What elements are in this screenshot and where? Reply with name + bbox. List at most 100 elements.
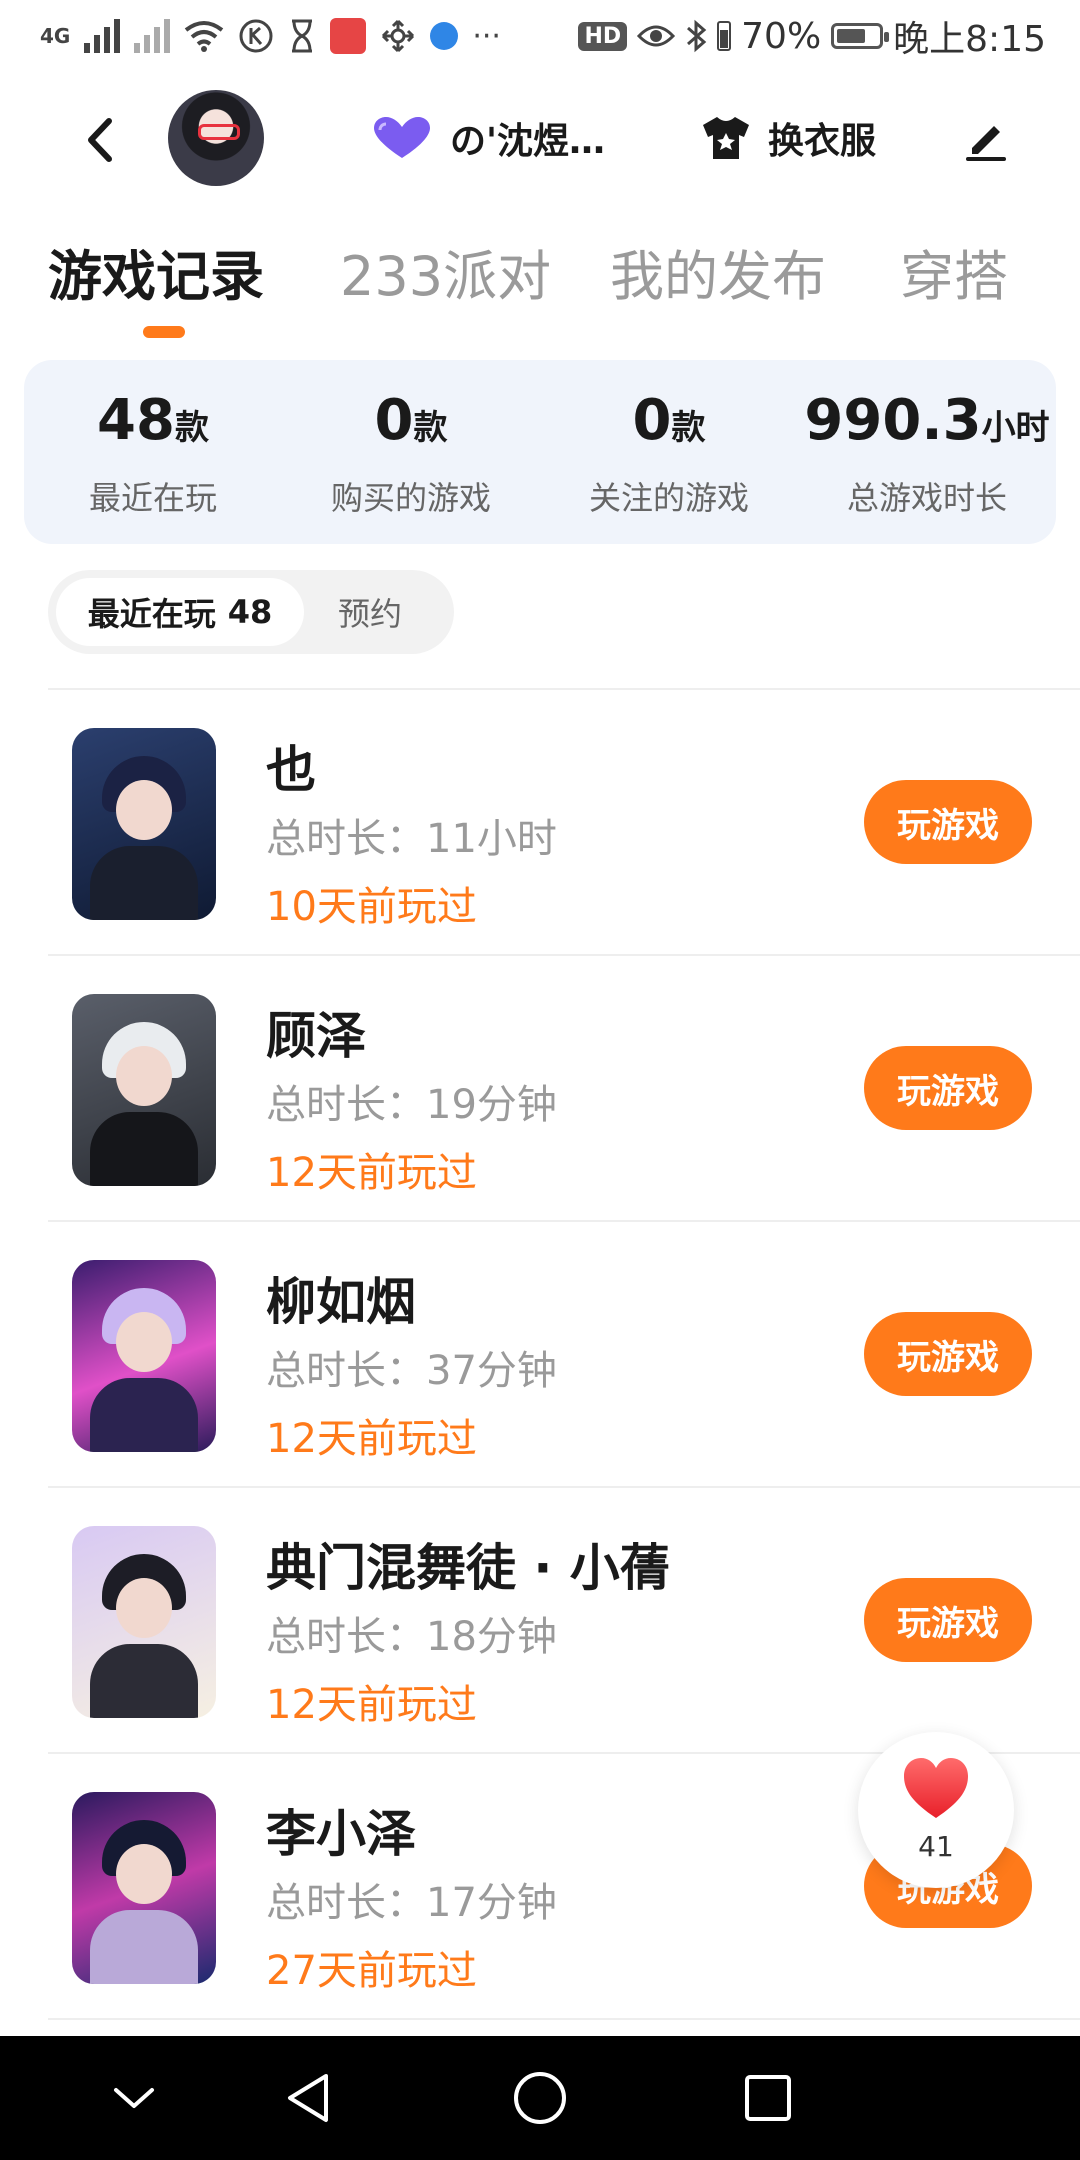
stat-unit: 款	[174, 408, 209, 448]
like-button[interactable]: 41	[858, 1732, 1014, 1888]
cover-art	[116, 1046, 172, 1106]
game-name: 李小泽	[266, 1805, 416, 1863]
stat-recent-played[interactable]: 48款 最近在玩	[24, 386, 282, 519]
huawei-app-icon	[330, 18, 367, 54]
game-last-played: 27天前玩过	[266, 1948, 477, 1994]
battery-icon	[831, 23, 890, 49]
bluetooth-icon	[687, 19, 707, 53]
game-duration: 总时长：37分钟	[266, 1348, 557, 1394]
stat-followed-games[interactable]: 0款 关注的游戏	[540, 386, 798, 519]
status-left: 4G ···	[40, 14, 501, 58]
filter-reservation[interactable]: 预约	[338, 578, 402, 646]
system-back-button[interactable]	[276, 2066, 340, 2130]
stat-value: 0	[374, 388, 414, 453]
list-item[interactable]: 典门混舞徒 · 小蒨 总时长：18分钟 12天前玩过 玩游戏	[0, 1488, 1080, 1752]
cover-art	[116, 780, 172, 840]
cover-art	[90, 1378, 198, 1452]
like-count: 41	[918, 1830, 954, 1863]
clock: 晚上8:15	[893, 19, 1046, 60]
stat-value-line: 48款	[24, 386, 282, 463]
stat-value: 48	[97, 388, 175, 453]
circle-home-icon	[514, 2072, 566, 2124]
top-nav: の'沈煜… 换衣服	[0, 90, 1080, 190]
battery-small-icon	[717, 21, 732, 51]
triangle-back-icon	[288, 2074, 328, 2122]
app-dot-icon	[430, 22, 459, 50]
game-name: 柳如烟	[266, 1273, 416, 1331]
play-game-button[interactable]: 玩游戏	[864, 1046, 1032, 1130]
list-item[interactable]: 柳如烟 总时长：37分钟 12天前玩过 玩游戏	[0, 1222, 1080, 1486]
stat-label: 最近在玩	[88, 479, 217, 517]
tab-indicator	[143, 326, 185, 338]
status-right: HD 70% 晚上8:15	[578, 14, 1046, 60]
stats-card: 48款 最近在玩 0款 购买的游戏 0款 关注的游戏 990.3小时 总游戏时长	[24, 360, 1056, 544]
list-item[interactable]: 顾泽 总时长：19分钟 12天前玩过 玩游戏	[0, 956, 1080, 1220]
change-outfit-label: 换衣服	[768, 121, 877, 162]
signal-2-icon	[134, 19, 171, 53]
recents-button[interactable]	[736, 2066, 800, 2130]
filter-recent-played[interactable]: 最近在玩 48	[56, 578, 304, 646]
game-cover	[72, 1260, 216, 1452]
game-duration: 总时长：11小时	[266, 816, 557, 862]
game-name: 典门混舞徒 · 小蒨	[266, 1539, 670, 1597]
network-type-label: 4G	[40, 24, 71, 48]
heart-badge-icon	[374, 117, 430, 158]
edit-button[interactable]	[956, 108, 1016, 168]
tab-my-posts[interactable]: 我的发布	[610, 232, 826, 311]
cover-art	[90, 1644, 198, 1718]
cover-art	[90, 1112, 198, 1186]
filter-segment: 最近在玩 48 预约	[48, 570, 454, 654]
play-game-button[interactable]: 玩游戏	[864, 780, 1032, 864]
game-duration: 总时长：18分钟	[266, 1614, 557, 1660]
tab-233-party[interactable]: 233派对	[340, 232, 551, 311]
k-app-icon	[239, 19, 273, 53]
square-recents-icon	[745, 2075, 791, 2121]
change-outfit-button[interactable]: 换衣服	[700, 108, 876, 168]
tab-game-records[interactable]: 游戏记录	[48, 232, 264, 311]
stat-value-line: 0款	[540, 386, 798, 463]
game-duration: 总时长：19分钟	[266, 1082, 557, 1128]
profile-tabs: 游戏记录 233派对 我的发布 穿搭	[0, 232, 1080, 342]
cover-art	[116, 1312, 172, 1372]
avatar[interactable]	[168, 90, 264, 186]
status-bar: 4G ··· HD 70% 晚上8:15	[0, 0, 1080, 72]
stat-unit: 款	[413, 408, 448, 448]
list-divider	[48, 2018, 1080, 2020]
back-icon	[88, 118, 112, 162]
more-icon: ···	[472, 18, 501, 54]
stat-total-playtime[interactable]: 990.3小时 总游戏时长	[798, 386, 1056, 519]
stat-value: 990.3	[804, 388, 982, 453]
game-last-played: 12天前玩过	[266, 1416, 477, 1462]
stat-unit: 小时	[981, 408, 1050, 448]
nickname-area[interactable]: の'沈煜…	[372, 108, 605, 168]
home-button[interactable]	[508, 2066, 572, 2130]
stat-label: 关注的游戏	[588, 479, 749, 517]
pencil-icon	[966, 126, 1006, 161]
wifi-icon	[185, 21, 224, 52]
move-icon	[382, 19, 415, 53]
stat-value: 0	[632, 388, 672, 453]
game-cover	[72, 1526, 216, 1718]
game-last-played: 12天前玩过	[266, 1150, 477, 1196]
system-nav-bar	[0, 2036, 1080, 2160]
collapse-button[interactable]	[102, 2066, 166, 2130]
game-cover	[72, 728, 216, 920]
play-game-button[interactable]: 玩游戏	[864, 1312, 1032, 1396]
filter-recent-count: 48	[227, 593, 273, 631]
game-cover	[72, 994, 216, 1186]
filter-recent-label: 最近在玩	[87, 595, 216, 633]
stat-purchased-games[interactable]: 0款 购买的游戏	[282, 386, 540, 519]
nickname: の'沈煜…	[450, 121, 606, 162]
list-item[interactable]: 也 总时长：11小时 10天前玩过 玩游戏	[0, 690, 1080, 954]
stat-label: 总游戏时长	[846, 479, 1007, 517]
tab-outfits[interactable]: 穿搭	[900, 232, 1008, 311]
eye-icon	[637, 25, 676, 47]
cover-art	[90, 1910, 198, 1984]
game-duration: 总时长：17分钟	[266, 1880, 557, 1926]
back-button[interactable]	[70, 110, 130, 170]
chevron-down-icon	[114, 2088, 154, 2108]
cover-art	[90, 846, 198, 920]
stat-value-line: 990.3小时	[798, 386, 1056, 463]
game-cover	[72, 1792, 216, 1984]
play-game-button[interactable]: 玩游戏	[864, 1578, 1032, 1662]
